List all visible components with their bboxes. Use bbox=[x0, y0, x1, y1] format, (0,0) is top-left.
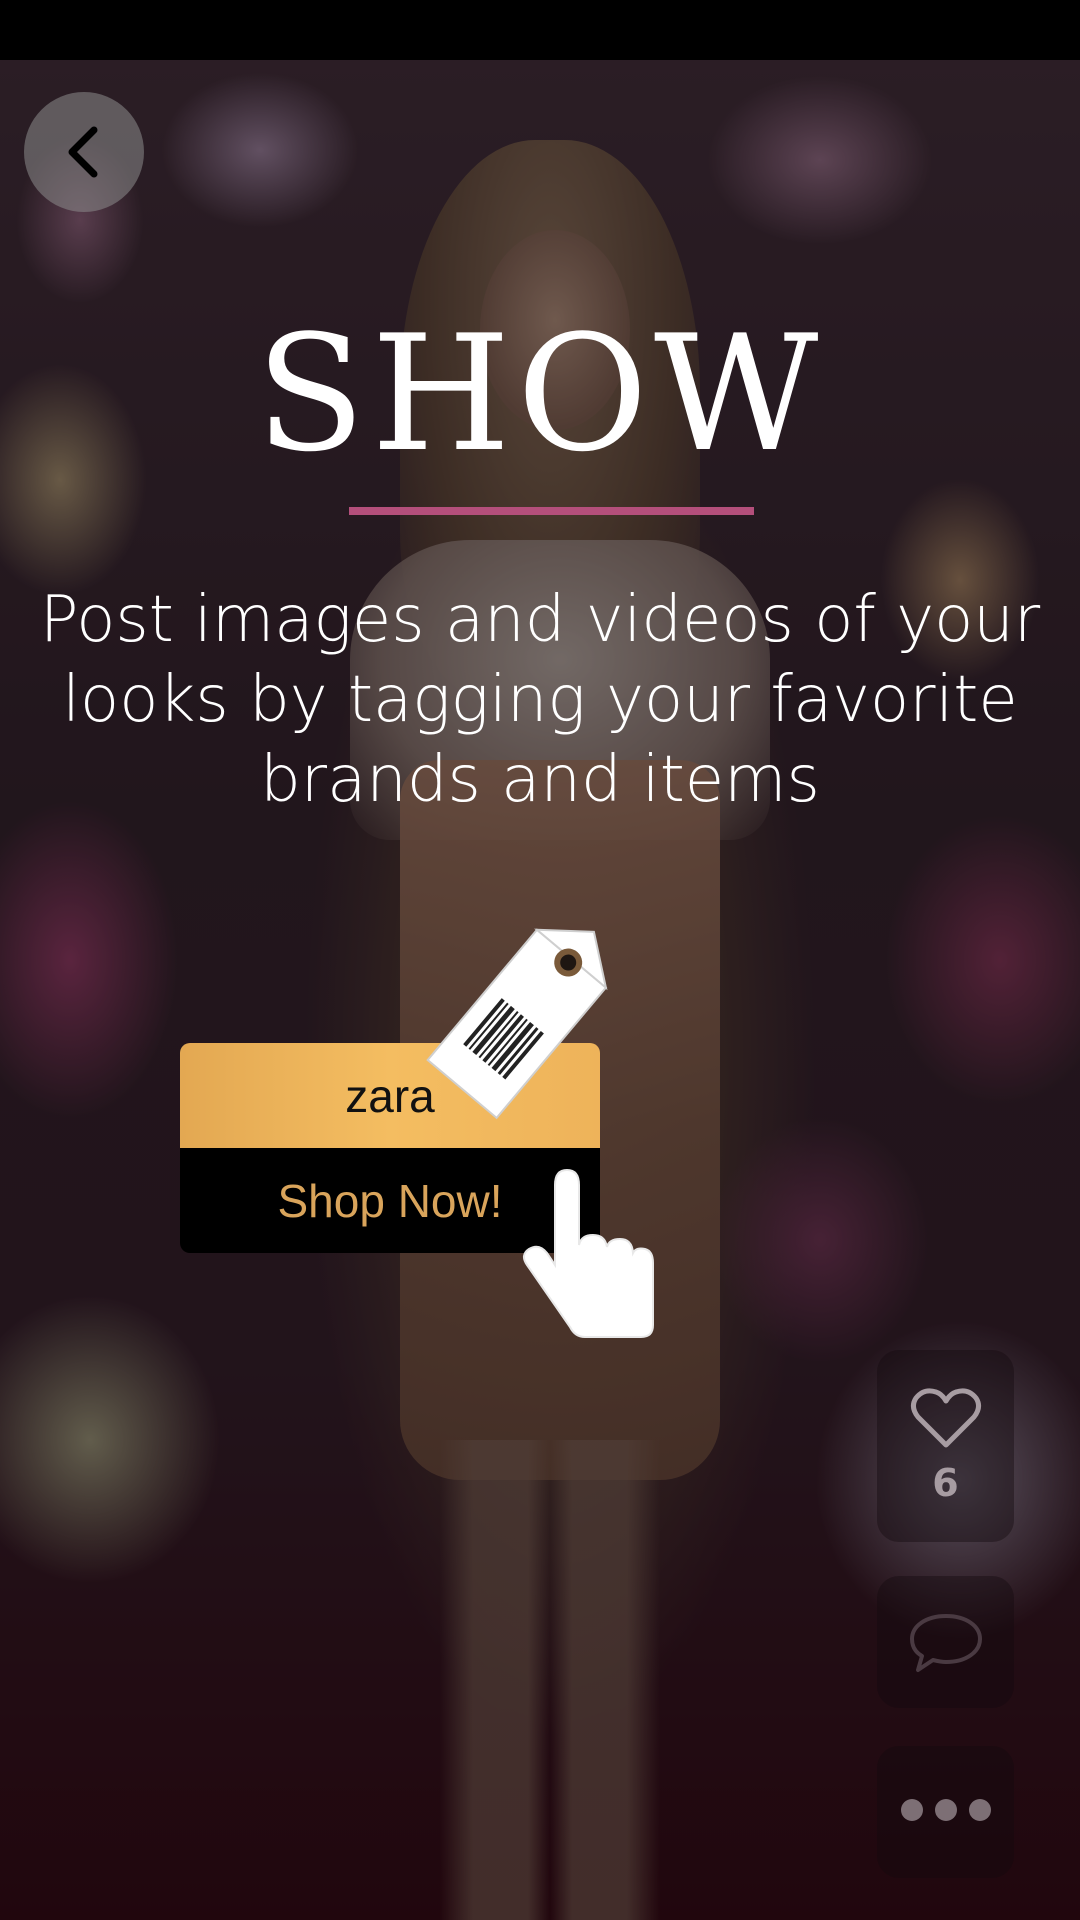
title-underline bbox=[349, 507, 754, 515]
like-button[interactable]: 6 bbox=[877, 1350, 1014, 1542]
comment-button[interactable] bbox=[877, 1576, 1014, 1708]
chevron-left-icon bbox=[68, 126, 98, 178]
like-count: 6 bbox=[932, 1461, 959, 1505]
onboarding-title: SHOW bbox=[255, 300, 825, 487]
onboarding-subtitle: Post images and videos of your looks by … bbox=[39, 583, 1041, 817]
speech-bubble-icon bbox=[909, 1614, 982, 1672]
price-tag-icon bbox=[426, 928, 608, 1120]
more-options-button[interactable] bbox=[877, 1746, 1014, 1878]
heart-icon bbox=[910, 1388, 981, 1448]
hand-pointer-icon bbox=[523, 1168, 654, 1338]
more-horizontal-icon bbox=[895, 1799, 997, 1825]
status-bar bbox=[0, 0, 1080, 60]
back-button[interactable] bbox=[24, 92, 144, 212]
